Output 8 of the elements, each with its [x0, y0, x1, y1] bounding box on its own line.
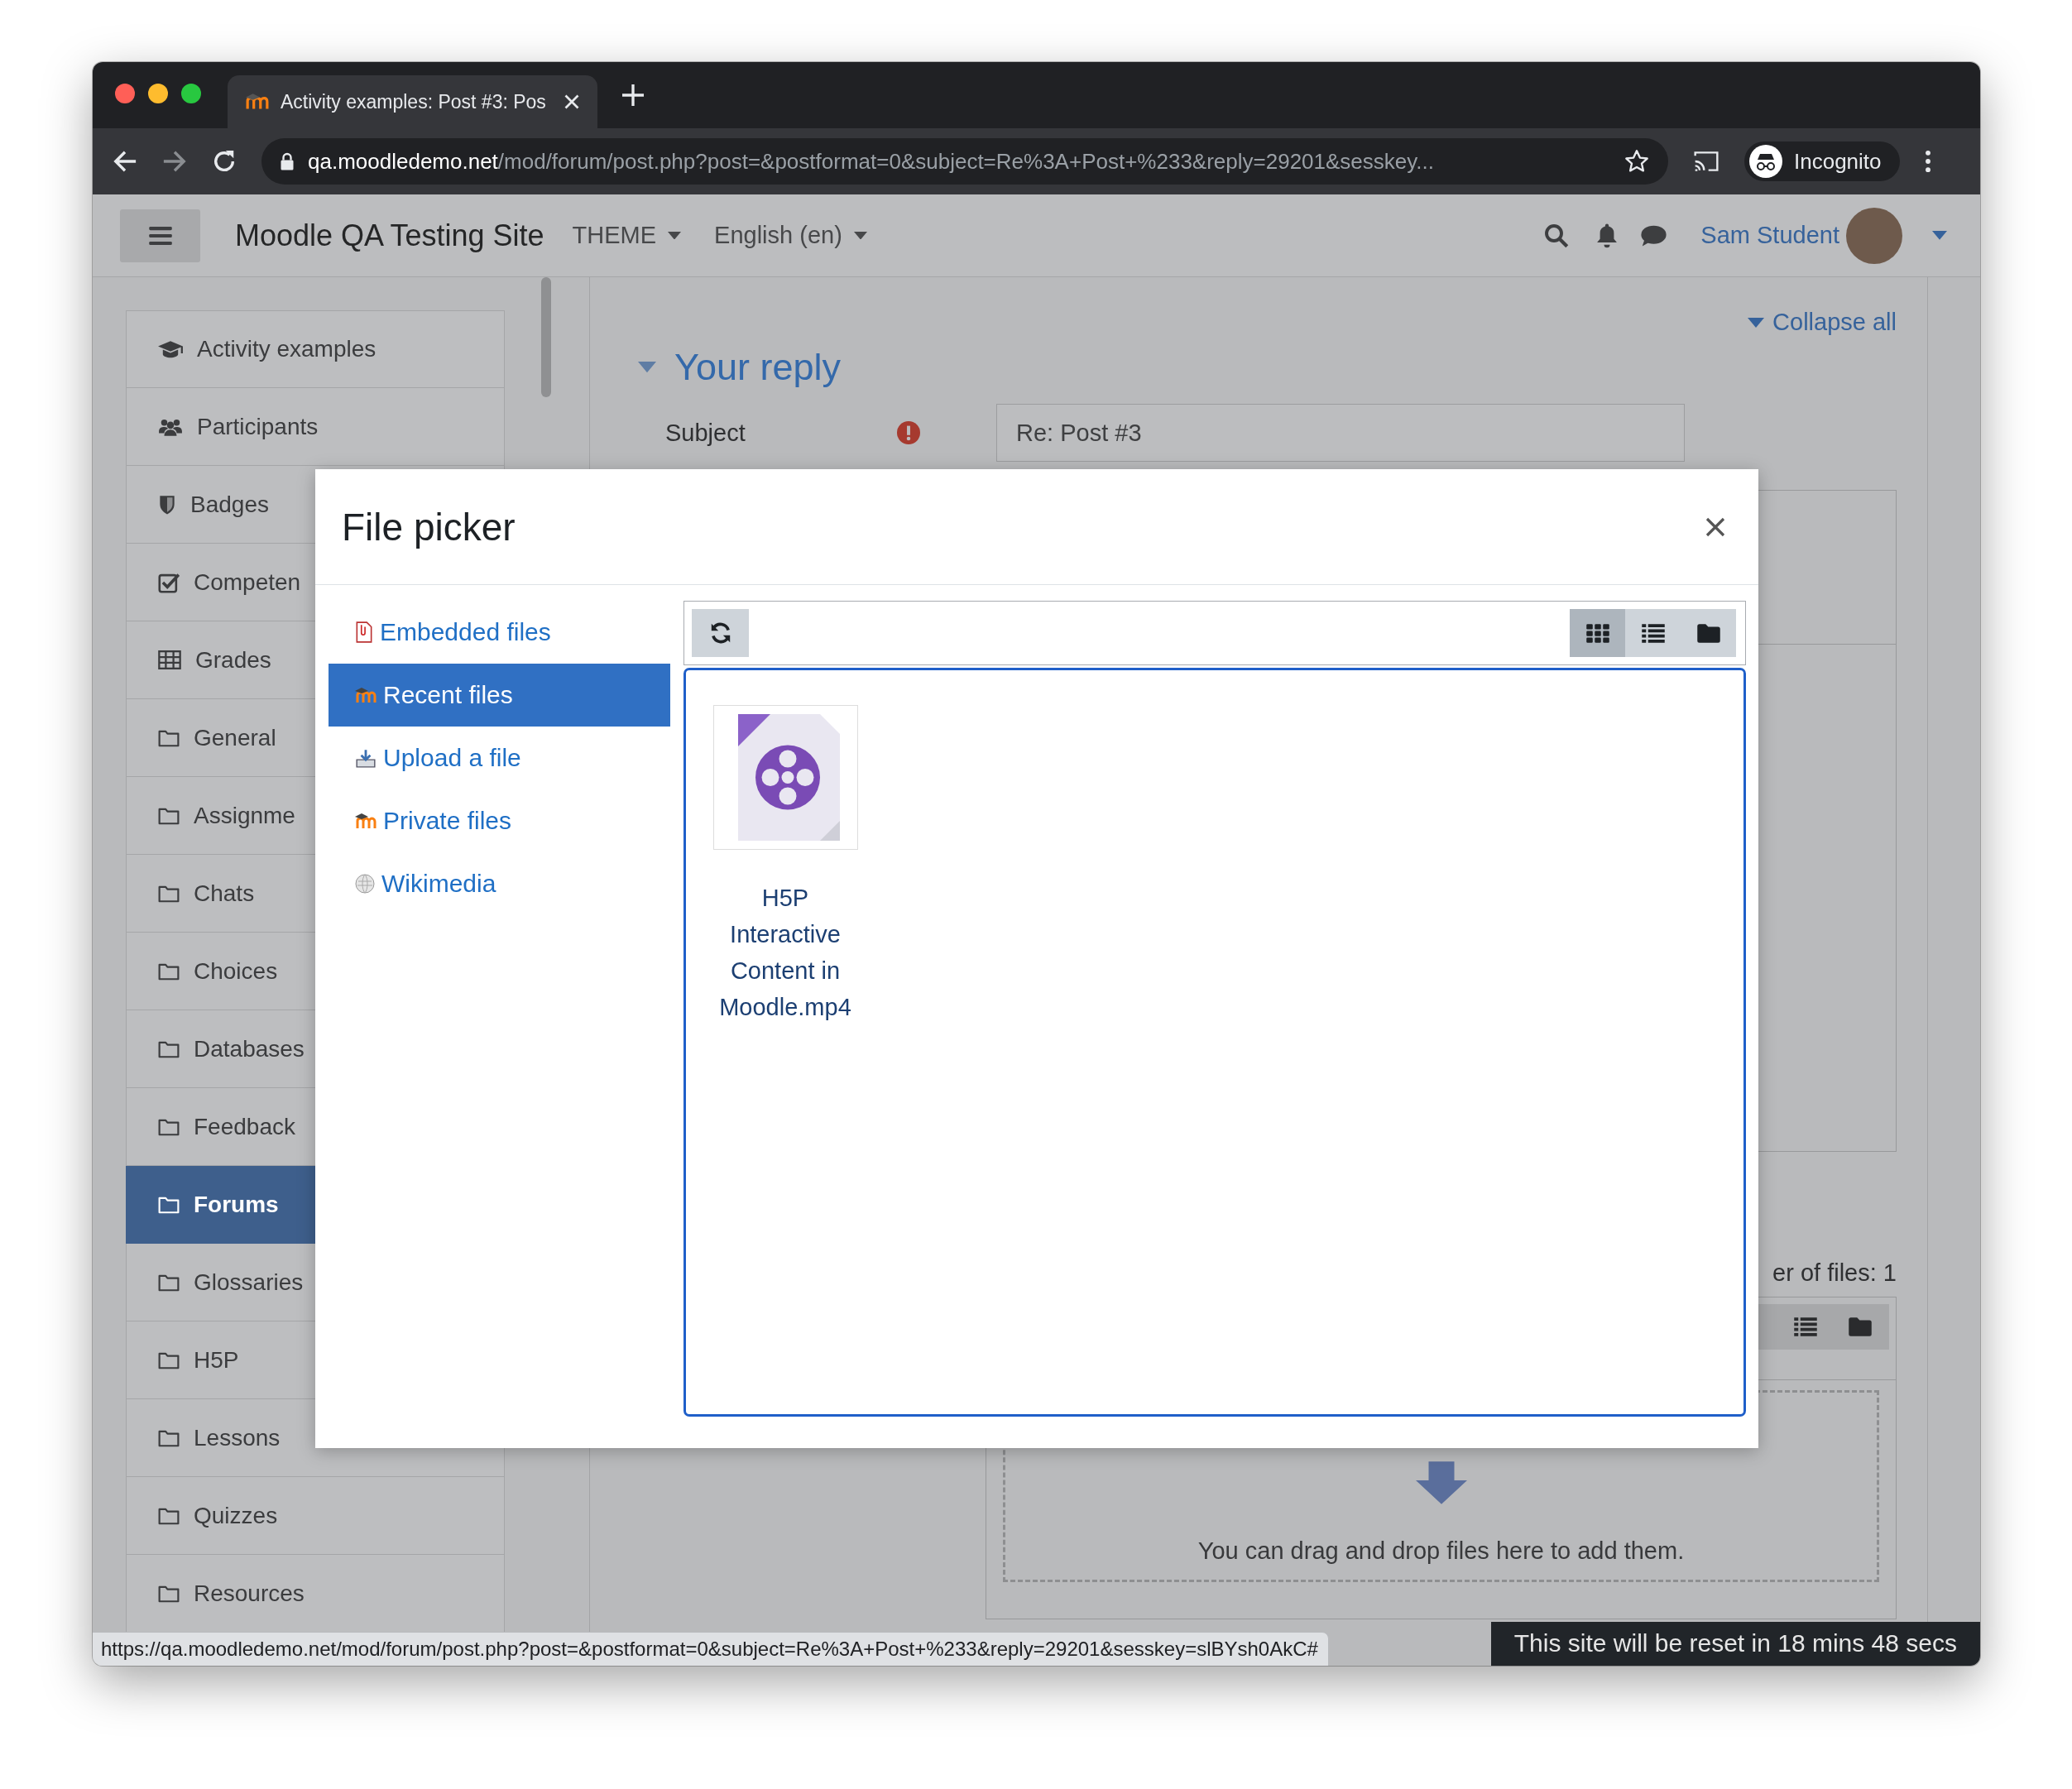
drop-zone-text: You can drag and drop files here to add them.	[1197, 1537, 1685, 1565]
file-count: er of files: 1	[1772, 1259, 1897, 1287]
field-label: Subject	[665, 419, 746, 447]
address-text: qa.moodledemo.net/mod/forum/post.php?post=&postformat=0&subject=Re%3A+Post+%233&reply=29201&sesskey...	[308, 148, 1435, 175]
tab-title: Activity examples: Post #3: Pos	[281, 90, 546, 113]
reset-notice: This site will be reset in 18 mins 48 secs	[1490, 1622, 1980, 1666]
status-link-tooltip: https://qa.moodledemo.net/mod/forum/post.php?post=&postformat=0&subject=Re%3A+Post+%233&reply=29201&sesskey=slBYsh0AkC#	[93, 1632, 1329, 1666]
dialog-title: File picker	[342, 504, 516, 549]
